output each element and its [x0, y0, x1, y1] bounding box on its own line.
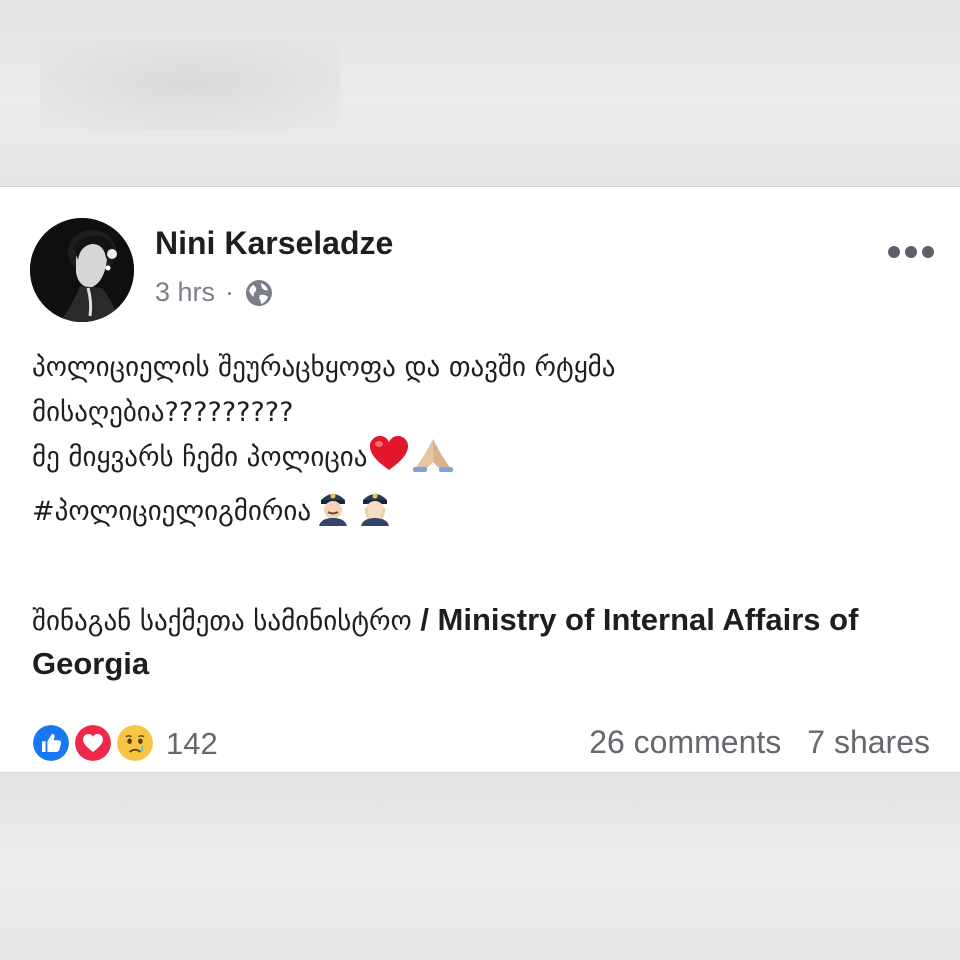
comments-count-link[interactable]: 26 comments — [589, 724, 781, 761]
globe-icon[interactable] — [244, 278, 274, 308]
like-icon — [30, 722, 72, 764]
page-mention-link[interactable]: შინაგან საქმეთა სამინისტრო / Ministry of… — [32, 599, 932, 685]
hashtag-link[interactable]: #პოლიციელიგმირია — [32, 496, 311, 527]
police-officer-emoji — [313, 486, 353, 540]
post-line-2: მისაღებია????????? — [32, 397, 294, 428]
post-meta: 3 hrs · — [155, 277, 274, 308]
police-officer-emoji — [355, 486, 395, 540]
meta-separator: · — [225, 277, 235, 307]
blurred-background-top — [0, 0, 960, 186]
blurred-background-bottom — [0, 773, 960, 960]
avatar-photo — [30, 218, 134, 322]
engagement-stats: 26 comments 7 shares — [589, 724, 930, 761]
reaction-count: 142 — [166, 726, 218, 761]
more-options-button[interactable] — [888, 245, 934, 259]
avatar[interactable] — [30, 218, 134, 322]
love-icon — [72, 722, 114, 764]
post-line-3: მე მიყვარს ჩემი პოლიცია — [32, 435, 932, 486]
reaction-icons — [30, 722, 158, 766]
red-heart-emoji — [369, 436, 409, 486]
folded-hands-emoji — [411, 436, 455, 486]
author-name[interactable]: Nini Karseladze — [155, 225, 393, 262]
post-line-3-text: მე მიყვარს ჩემი პოლიცია — [32, 442, 368, 473]
ellipsis-icon — [888, 246, 900, 258]
facebook-post-card: Nini Karseladze 3 hrs · პოლიციელის შეურა… — [0, 186, 960, 773]
post-time[interactable]: 3 hrs — [155, 277, 215, 308]
post-line-1: პოლიციელის შეურაცხყოფა და თავში რტყმა — [32, 352, 616, 383]
reactions-summary[interactable]: 142 — [30, 722, 218, 766]
post-line-4: #პოლიციელიგმირია — [32, 486, 932, 540]
post-body: პოლიციელის შეურაცხყოფა და თავში რტყმა მი… — [32, 345, 932, 540]
page-mention-georgian: შინაგან საქმეთა სამინისტრო — [32, 606, 412, 637]
shares-count-link[interactable]: 7 shares — [807, 724, 930, 761]
sad-icon — [114, 722, 156, 764]
